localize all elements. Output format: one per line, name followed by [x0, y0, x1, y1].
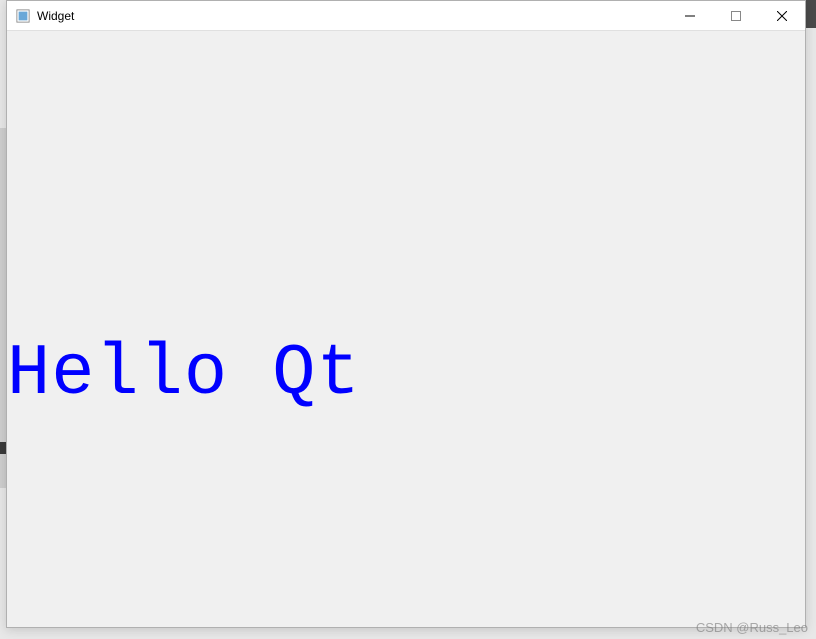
hello-label: Hello Qt — [7, 333, 361, 415]
window-title: Widget — [37, 9, 74, 23]
minimize-button[interactable] — [667, 1, 713, 31]
client-area: Hello Qt — [7, 31, 805, 627]
titlebar[interactable]: Widget — [7, 1, 805, 31]
background-right-fragment — [806, 0, 816, 28]
minimize-icon — [685, 11, 695, 21]
watermark-text: CSDN @Russ_Leo — [696, 620, 808, 635]
maximize-button[interactable] — [713, 1, 759, 31]
maximize-icon — [731, 11, 741, 21]
app-icon — [15, 8, 31, 24]
window-controls — [667, 1, 805, 30]
application-window: Widget Hello Qt — [6, 0, 806, 628]
close-icon — [777, 11, 787, 21]
close-button[interactable] — [759, 1, 805, 31]
